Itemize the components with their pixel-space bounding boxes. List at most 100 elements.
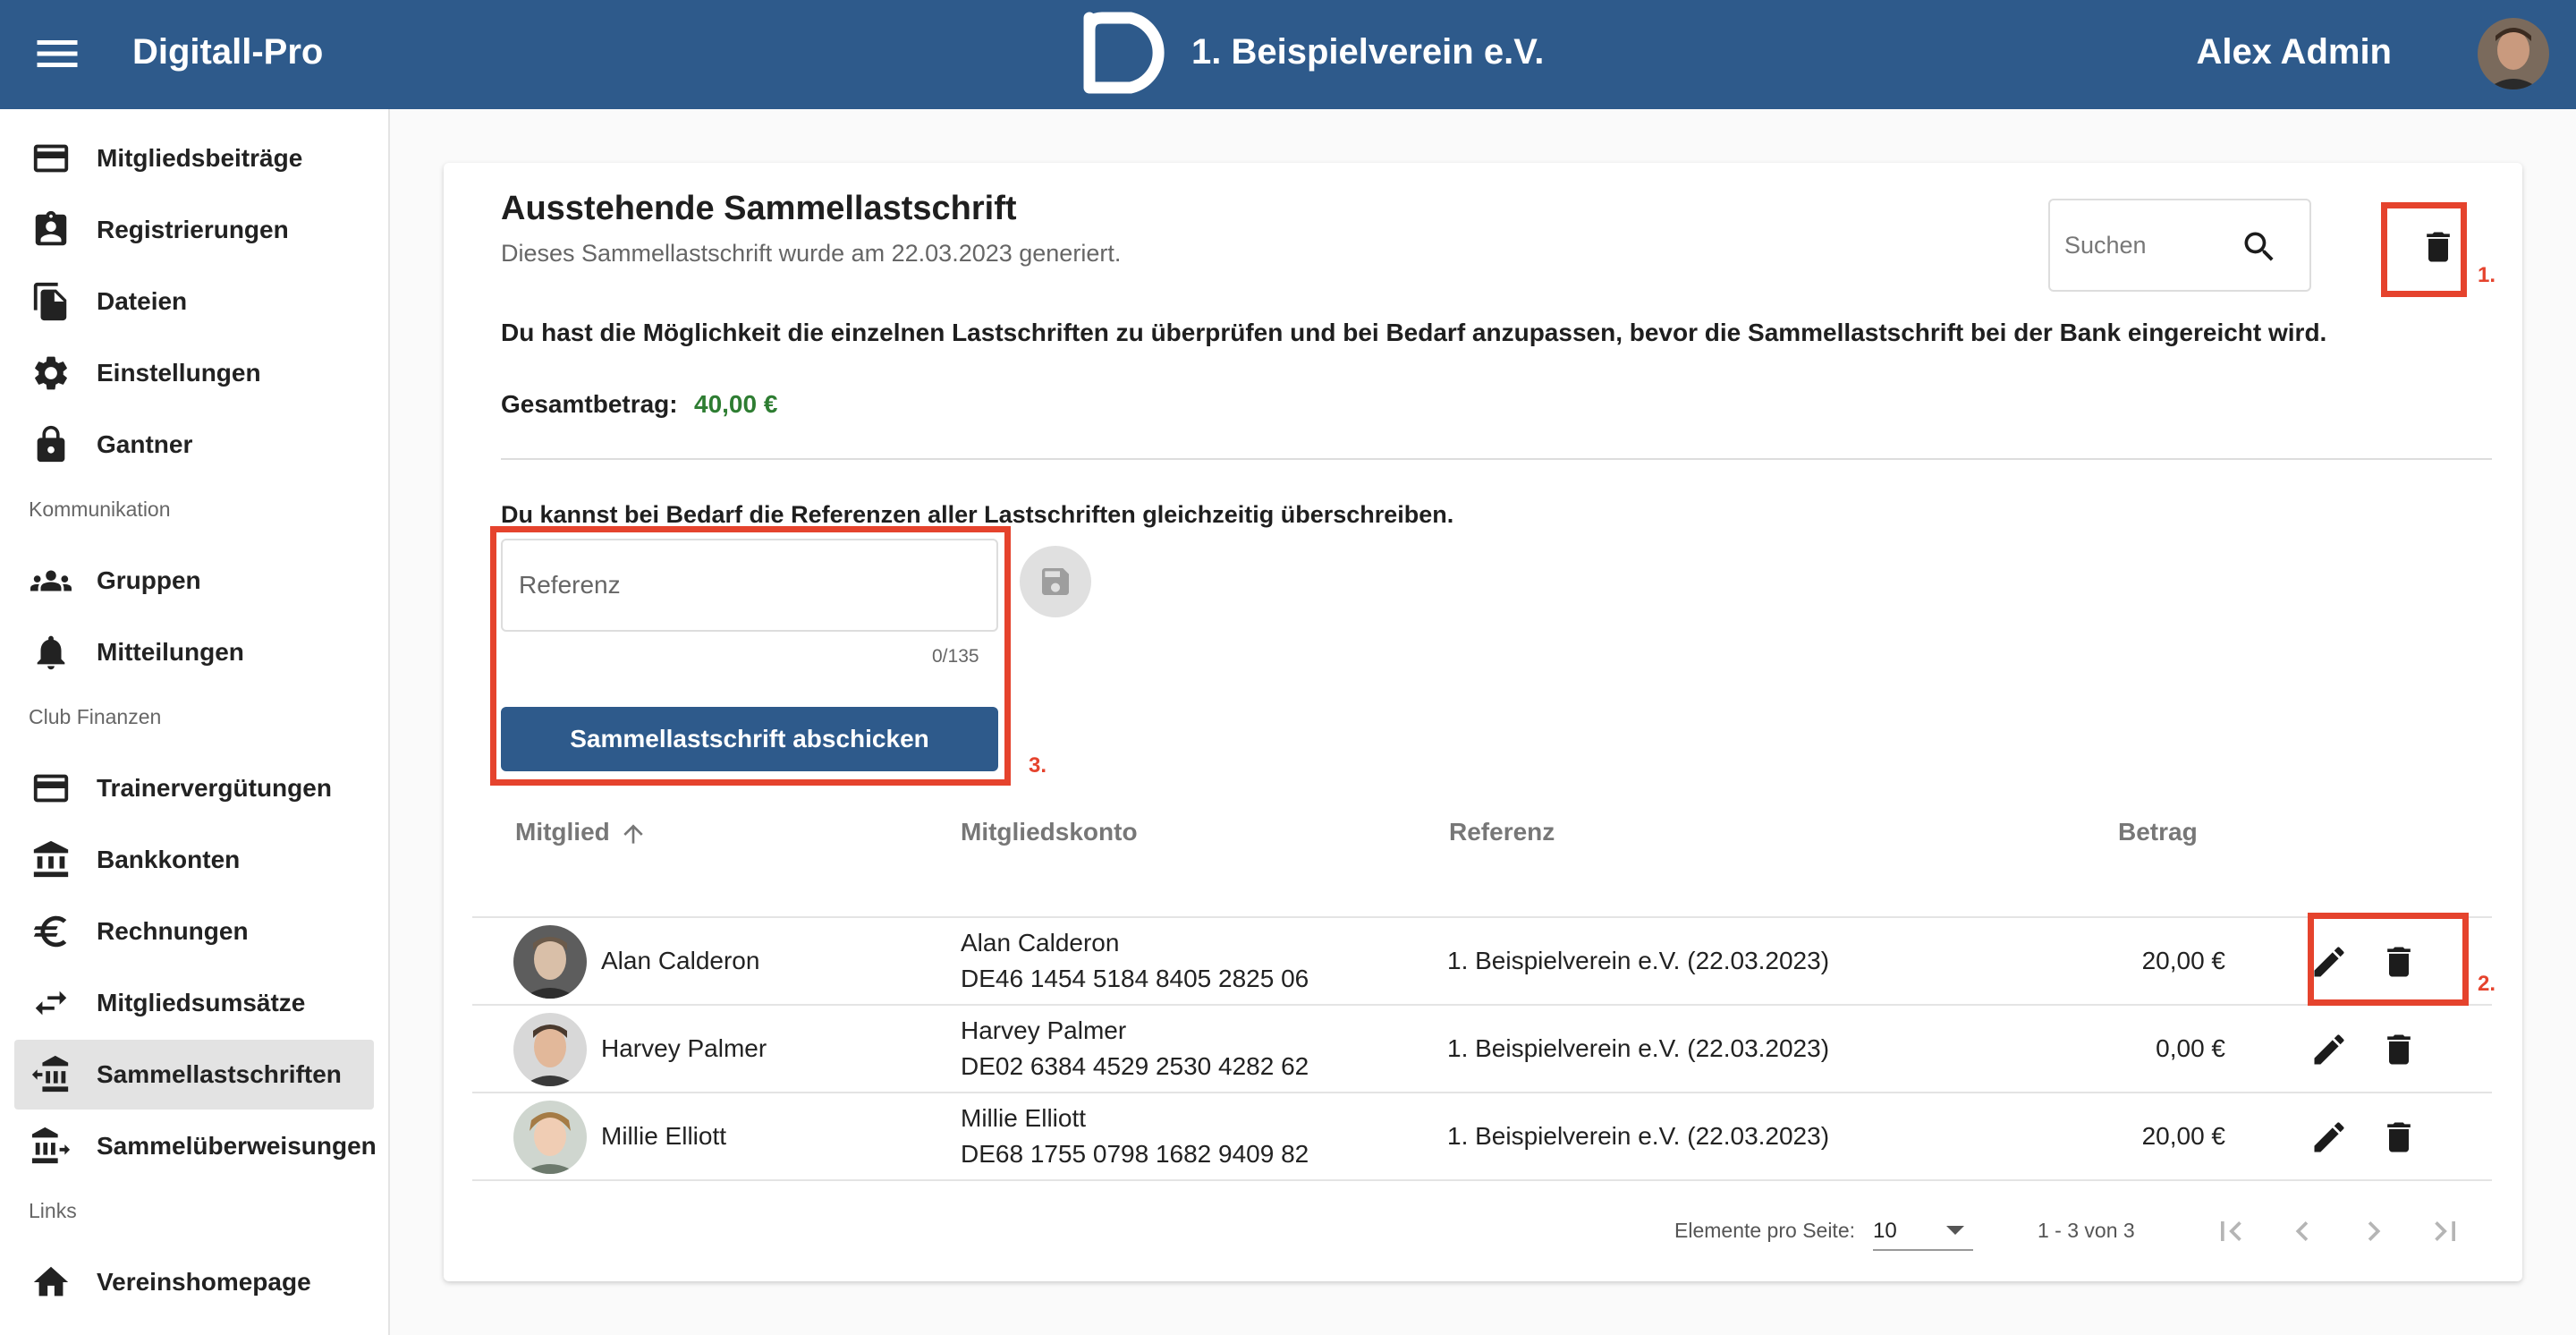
account-name: Alan Calderon [961,929,1120,957]
sort-ascending-icon[interactable] [619,820,648,848]
first-page-button[interactable] [2211,1212,2250,1251]
member-name: Alan Calderon [601,947,760,974]
direct-debit-card: Ausstehende Sammellastschrift Dieses Sam… [444,163,2522,1281]
floppy-disk-icon [1042,568,1069,595]
annotation-box-3 [490,526,1011,786]
gear-icon [30,353,72,394]
sidebar-item-label: Bankkonten [97,846,241,873]
dropdown-arrow-icon [1946,1226,1964,1235]
table-row: Alan Calderon Alan Calderon DE46 1454 51… [472,916,2492,1004]
section-heading-club-finanzen: Club Finanzen [29,705,162,728]
column-header-account: Mitgliedskonto [961,818,1138,846]
page-title: Ausstehende Sammellastschrift [501,190,1017,227]
club-name: 1. Beispielverein e.V. [1191,32,1545,72]
table-row: Millie Elliott Millie Elliott DE68 1755 … [472,1092,2492,1179]
sidebar-item-registrierungen[interactable]: Registrierungen [14,195,374,265]
sidebar-item-label: Vereinshomepage [97,1268,311,1296]
sidebar-item-sammelueberweisungen[interactable]: Sammelüberweisungen [14,1111,377,1181]
amount-cell: 20,00 € [2141,1122,2225,1150]
app-title[interactable]: Digitall-Pro [132,29,323,75]
sidebar-item-mitteilungen[interactable]: Mitteilungen [14,617,374,687]
override-reference-text: Du kannst bei Bedarf die Referenzen alle… [501,501,1454,528]
account-iban: DE46 1454 5184 8405 2825 06 [961,965,1309,992]
chevron-right-icon [2368,1221,2381,1241]
bank-in-icon [30,1054,72,1095]
sidebar-item-label: Registrierungen [97,216,289,243]
sidebar-item-gruppen[interactable]: Gruppen [14,546,374,616]
sidebar-item-sammellastschriften[interactable]: Sammellastschriften [14,1040,374,1110]
account-name: Harvey Palmer [961,1016,1127,1044]
lock-icon [30,424,72,465]
chevron-left-icon [2295,1221,2309,1241]
club-logo-icon [1083,12,1165,94]
annotation-label-1: 1. [2478,263,2496,287]
sidebar: Mitgliedsbeiträge Registrierungen Dateie… [0,109,390,1335]
edit-icon[interactable] [2309,1118,2349,1157]
annotation-box-1 [2381,202,2467,297]
sidebar-item-label: Gruppen [97,566,201,594]
search-icon[interactable] [2240,227,2279,267]
bell-icon [30,632,72,673]
euro-icon [30,911,72,952]
sidebar-item-einstellungen[interactable]: Einstellungen [14,338,374,408]
section-heading-links: Links [29,1199,77,1222]
sidebar-item-bankkonten[interactable]: Bankkonten [14,825,374,895]
sidebar-item-vereinshomepage[interactable]: Vereinshomepage [14,1247,374,1317]
member-avatar [513,1101,587,1174]
sidebar-item-mitgliedsbeitraege[interactable]: Mitgliedsbeiträge [14,123,374,193]
account-name: Millie Elliott [961,1104,1087,1132]
info-text: Du hast die Möglichkeit die einzelnen La… [501,319,2327,346]
menu-icon[interactable] [30,27,84,81]
member-avatar [513,925,587,999]
member-name: Millie Elliott [601,1122,727,1150]
sidebar-item-mitgliedsumsaetze[interactable]: Mitgliedsumsätze [14,968,374,1038]
column-header-reference: Referenz [1449,818,1555,846]
top-app-bar: Digitall-Pro 1. Beispielverein e.V. Alex… [0,0,2576,109]
table-bottom-divider [472,1179,2492,1181]
user-avatar[interactable] [2478,18,2549,89]
save-reference-button[interactable] [1020,546,1091,617]
column-header-member[interactable]: Mitglied [515,818,610,846]
sidebar-item-trainerverguetungen[interactable]: Trainervergütungen [14,753,374,823]
search-field[interactable] [2048,199,2311,292]
home-icon [30,1262,72,1303]
annotation-label-3: 3. [1029,753,1047,778]
files-icon [30,281,72,322]
total-value: 40,00 € [694,390,778,418]
sidebar-item-label: Mitgliedsumsätze [97,989,306,1016]
last-page-button[interactable] [2426,1212,2465,1251]
sidebar-item-dateien[interactable]: Dateien [14,267,374,336]
table-row: Harvey Palmer Harvey Palmer DE02 6384 45… [472,1004,2492,1092]
account-iban: DE02 6384 4529 2530 4282 62 [961,1052,1309,1080]
pagination-range: 1 - 3 von 3 [2038,1219,2135,1242]
sidebar-item-label: Mitgliedsbeiträge [97,144,303,172]
badge-icon [30,209,72,251]
sidebar-item-label: Sammellastschriften [97,1060,342,1088]
sidebar-item-gantner[interactable]: Gantner [14,410,374,480]
sidebar-item-rechnungen[interactable]: Rechnungen [14,897,374,966]
first-page-icon [2221,1221,2241,1241]
section-heading-kommunikation: Kommunikation [29,497,171,521]
bank-out-icon [30,1126,72,1167]
last-page-icon [2435,1221,2455,1241]
amount-cell: 0,00 € [2156,1034,2225,1062]
user-name[interactable]: Alex Admin [2196,29,2392,75]
sidebar-item-label: Sammelüberweisungen [97,1132,377,1160]
delete-icon[interactable] [2379,1118,2419,1157]
sidebar-item-label: Rechnungen [97,917,249,945]
group-icon [30,560,72,601]
search-input[interactable] [2064,227,2234,263]
items-per-page-label: Elemente pro Seite: [1674,1219,1856,1242]
annotation-label-2: 2. [2478,972,2496,996]
items-per-page-select[interactable]: 10 [1873,1210,1973,1251]
edit-icon[interactable] [2309,1030,2349,1069]
next-page-button[interactable] [2354,1212,2394,1251]
previous-page-button[interactable] [2283,1212,2322,1251]
divider [501,458,2492,460]
delete-icon[interactable] [2379,1030,2419,1069]
reference-cell: 1. Beispielverein e.V. (22.03.2023) [1447,1034,1830,1062]
total-label: Gesamtbetrag: [501,390,678,418]
credit-card-icon [30,138,72,179]
member-avatar [513,1013,587,1086]
reference-cell: 1. Beispielverein e.V. (22.03.2023) [1447,947,1830,974]
